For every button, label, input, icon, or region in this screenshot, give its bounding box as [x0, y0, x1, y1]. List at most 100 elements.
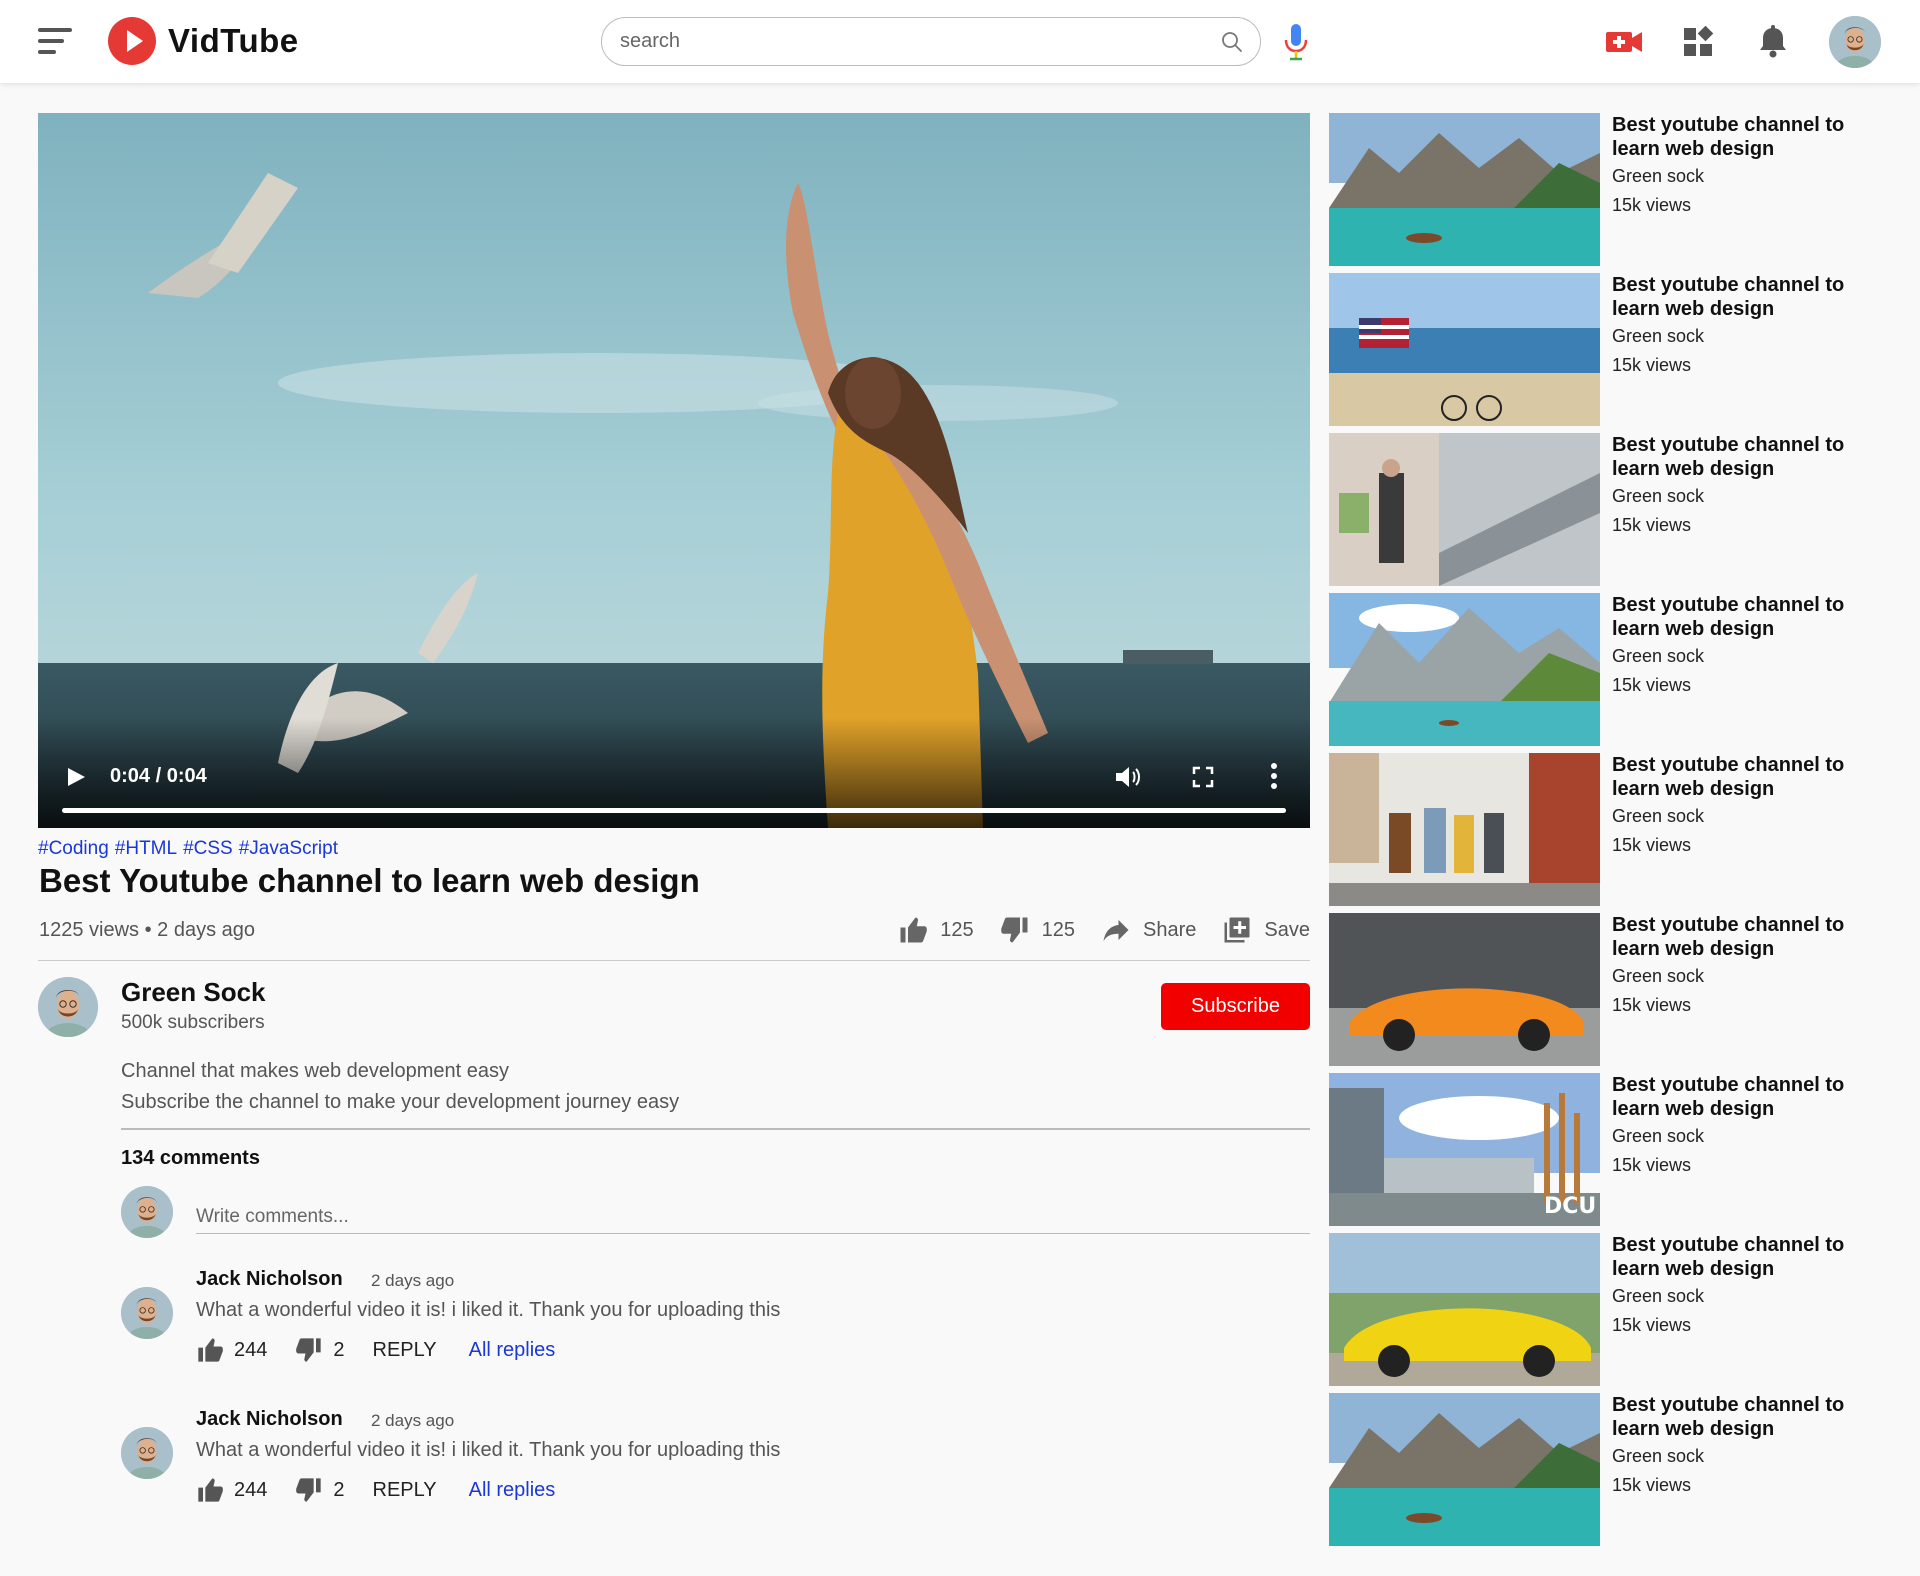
- recommended-video-item[interactable]: Best youtube channel to learn web design…: [1329, 1233, 1889, 1386]
- like-button[interactable]: 125: [898, 915, 974, 945]
- search-input[interactable]: [620, 18, 1200, 64]
- video-thumbnail[interactable]: DCU: [1329, 1073, 1600, 1226]
- recommended-video-views: 15k views: [1612, 1475, 1692, 1495]
- video-thumbnail[interactable]: [1329, 1393, 1600, 1546]
- recommended-video-title[interactable]: Best youtube channel to learn web design: [1612, 1393, 1882, 1441]
- recommended-video-title[interactable]: Best youtube channel to learn web design: [1612, 1233, 1882, 1281]
- comment-dislike-button[interactable]: 2: [295, 1476, 345, 1504]
- play-icon[interactable]: [65, 766, 87, 788]
- save-button[interactable]: Save: [1222, 915, 1310, 945]
- recommended-video-item[interactable]: Best youtube channel to learn web design…: [1329, 433, 1889, 586]
- fullscreen-icon[interactable]: [1191, 765, 1215, 789]
- hamburger-menu-icon[interactable]: [38, 28, 72, 54]
- commenter-avatar[interactable]: [121, 1427, 173, 1479]
- recommended-video-title[interactable]: Best youtube channel to learn web design: [1612, 113, 1882, 161]
- search-icon[interactable]: [1220, 30, 1244, 54]
- reply-button[interactable]: REPLY: [373, 1339, 437, 1362]
- create-video-icon[interactable]: [1604, 22, 1644, 62]
- microphone-icon[interactable]: [1283, 22, 1309, 62]
- video-thumbnail[interactable]: [1329, 273, 1600, 426]
- comment: Jack Nicholson 2 days ago What a wonderf…: [121, 1408, 1310, 1518]
- user-avatar[interactable]: [1829, 16, 1881, 68]
- recommended-video-item[interactable]: Best youtube channel to learn web design…: [1329, 113, 1889, 266]
- share-button[interactable]: Share: [1101, 915, 1196, 945]
- video-actions: 125 125 Share Save: [872, 915, 1310, 945]
- comment-like-count: 244: [234, 1338, 268, 1361]
- comment-time: 2 days ago: [371, 1411, 455, 1430]
- more-options-icon[interactable]: [1270, 762, 1278, 790]
- recommended-video-item[interactable]: Best youtube channel to learn web design…: [1329, 273, 1889, 426]
- subscribe-button[interactable]: Subscribe: [1161, 983, 1310, 1030]
- recommended-video-title[interactable]: Best youtube channel to learn web design: [1612, 913, 1882, 961]
- comment-input[interactable]: [196, 1200, 1310, 1234]
- recommended-video-views: 15k views: [1612, 355, 1692, 375]
- channel-name[interactable]: Green Sock: [121, 977, 266, 1008]
- recommended-video-title[interactable]: Best youtube channel to learn web design: [1612, 433, 1882, 481]
- recommended-video-title[interactable]: Best youtube channel to learn web design: [1612, 273, 1882, 321]
- notification-bell-icon[interactable]: [1753, 22, 1793, 62]
- save-playlist-icon: [1224, 917, 1250, 943]
- channel-avatar[interactable]: [38, 977, 98, 1037]
- recommended-video-views: 15k views: [1612, 195, 1692, 215]
- comment-text: What a wonderful video it is! i liked it…: [196, 1439, 781, 1461]
- volume-icon[interactable]: [1114, 764, 1142, 790]
- video-thumbnail[interactable]: [1329, 433, 1600, 586]
- comment-actions: 244 2 REPLY All replies: [196, 1336, 555, 1364]
- tag-link[interactable]: #HTML: [115, 838, 177, 859]
- tag-link[interactable]: #CSS: [183, 838, 233, 859]
- share-label: Share: [1143, 918, 1197, 941]
- recommended-video-item[interactable]: Best youtube channel to learn web design…: [1329, 593, 1889, 746]
- recommended-video-title[interactable]: Best youtube channel to learn web design: [1612, 1073, 1882, 1121]
- play-logo-icon: [108, 17, 156, 65]
- comment-dislike-button[interactable]: 2: [295, 1336, 345, 1364]
- thumbs-up-icon: [196, 1336, 224, 1364]
- subscriber-count: 500k subscribers: [121, 1012, 265, 1033]
- recommended-video-views: 15k views: [1612, 835, 1692, 855]
- recommended-video-title[interactable]: Best youtube channel to learn web design: [1612, 593, 1882, 641]
- channel-description: Subscribe the channel to make your devel…: [121, 1091, 680, 1113]
- tag-link[interactable]: #JavaScript: [239, 838, 338, 859]
- comment-dislike-count: 2: [333, 1478, 345, 1501]
- reply-button[interactable]: REPLY: [373, 1479, 437, 1502]
- divider: [121, 1128, 1310, 1130]
- apps-icon[interactable]: [1678, 22, 1718, 62]
- recommended-video-item[interactable]: DCU Best youtube channel to learn web des…: [1329, 1073, 1889, 1226]
- comment-text: What a wonderful video it is! i liked it…: [196, 1299, 781, 1321]
- comment-like-button[interactable]: 244: [196, 1336, 267, 1364]
- all-replies-link[interactable]: All replies: [469, 1339, 556, 1362]
- search-box: [601, 17, 1261, 66]
- video-controls: 0:04 / 0:04: [38, 718, 1310, 828]
- video-thumbnail[interactable]: [1329, 113, 1600, 266]
- video-thumbnail[interactable]: [1329, 913, 1600, 1066]
- recommended-video-item[interactable]: Best youtube channel to learn web design…: [1329, 1393, 1889, 1546]
- commenter-avatar[interactable]: [121, 1287, 173, 1339]
- recommended-video-title[interactable]: Best youtube channel to learn web design: [1612, 753, 1882, 801]
- video-player[interactable]: 0:04 / 0:04: [38, 113, 1310, 828]
- all-replies-link[interactable]: All replies: [469, 1479, 556, 1502]
- video-thumbnail[interactable]: [1329, 753, 1600, 906]
- recommended-video-views: 15k views: [1612, 675, 1692, 695]
- comment-like-button[interactable]: 244: [196, 1476, 267, 1504]
- share-icon: [1103, 920, 1129, 942]
- video-thumbnail[interactable]: [1329, 593, 1600, 746]
- dislike-button[interactable]: 125: [1000, 915, 1075, 945]
- tag-link[interactable]: #Coding: [38, 838, 109, 859]
- comment-author[interactable]: Jack Nicholson: [196, 1268, 343, 1291]
- recommended-video-channel: Green sock: [1612, 326, 1705, 346]
- thumbs-down-icon: [295, 1476, 323, 1504]
- progress-bar[interactable]: [62, 808, 1286, 813]
- like-count: 125: [940, 918, 974, 941]
- logo[interactable]: VidTube: [108, 17, 299, 65]
- video-time: 0:04 / 0:04: [110, 765, 207, 787]
- recommended-video-item[interactable]: Best youtube channel to learn web design…: [1329, 913, 1889, 1066]
- video-meta: 1225 views • 2 days ago: [39, 919, 256, 941]
- comment-like-count: 244: [234, 1478, 268, 1501]
- video-thumbnail[interactable]: [1329, 1233, 1600, 1386]
- thumbs-down-icon: [1000, 915, 1030, 945]
- comment-time: 2 days ago: [371, 1271, 455, 1290]
- current-user-avatar: [121, 1186, 173, 1238]
- channel-description: Channel that makes web development easy: [121, 1060, 510, 1082]
- app-name: VidTube: [168, 22, 299, 59]
- recommended-video-item[interactable]: Best youtube channel to learn web design…: [1329, 753, 1889, 906]
- comment-author[interactable]: Jack Nicholson: [196, 1408, 343, 1431]
